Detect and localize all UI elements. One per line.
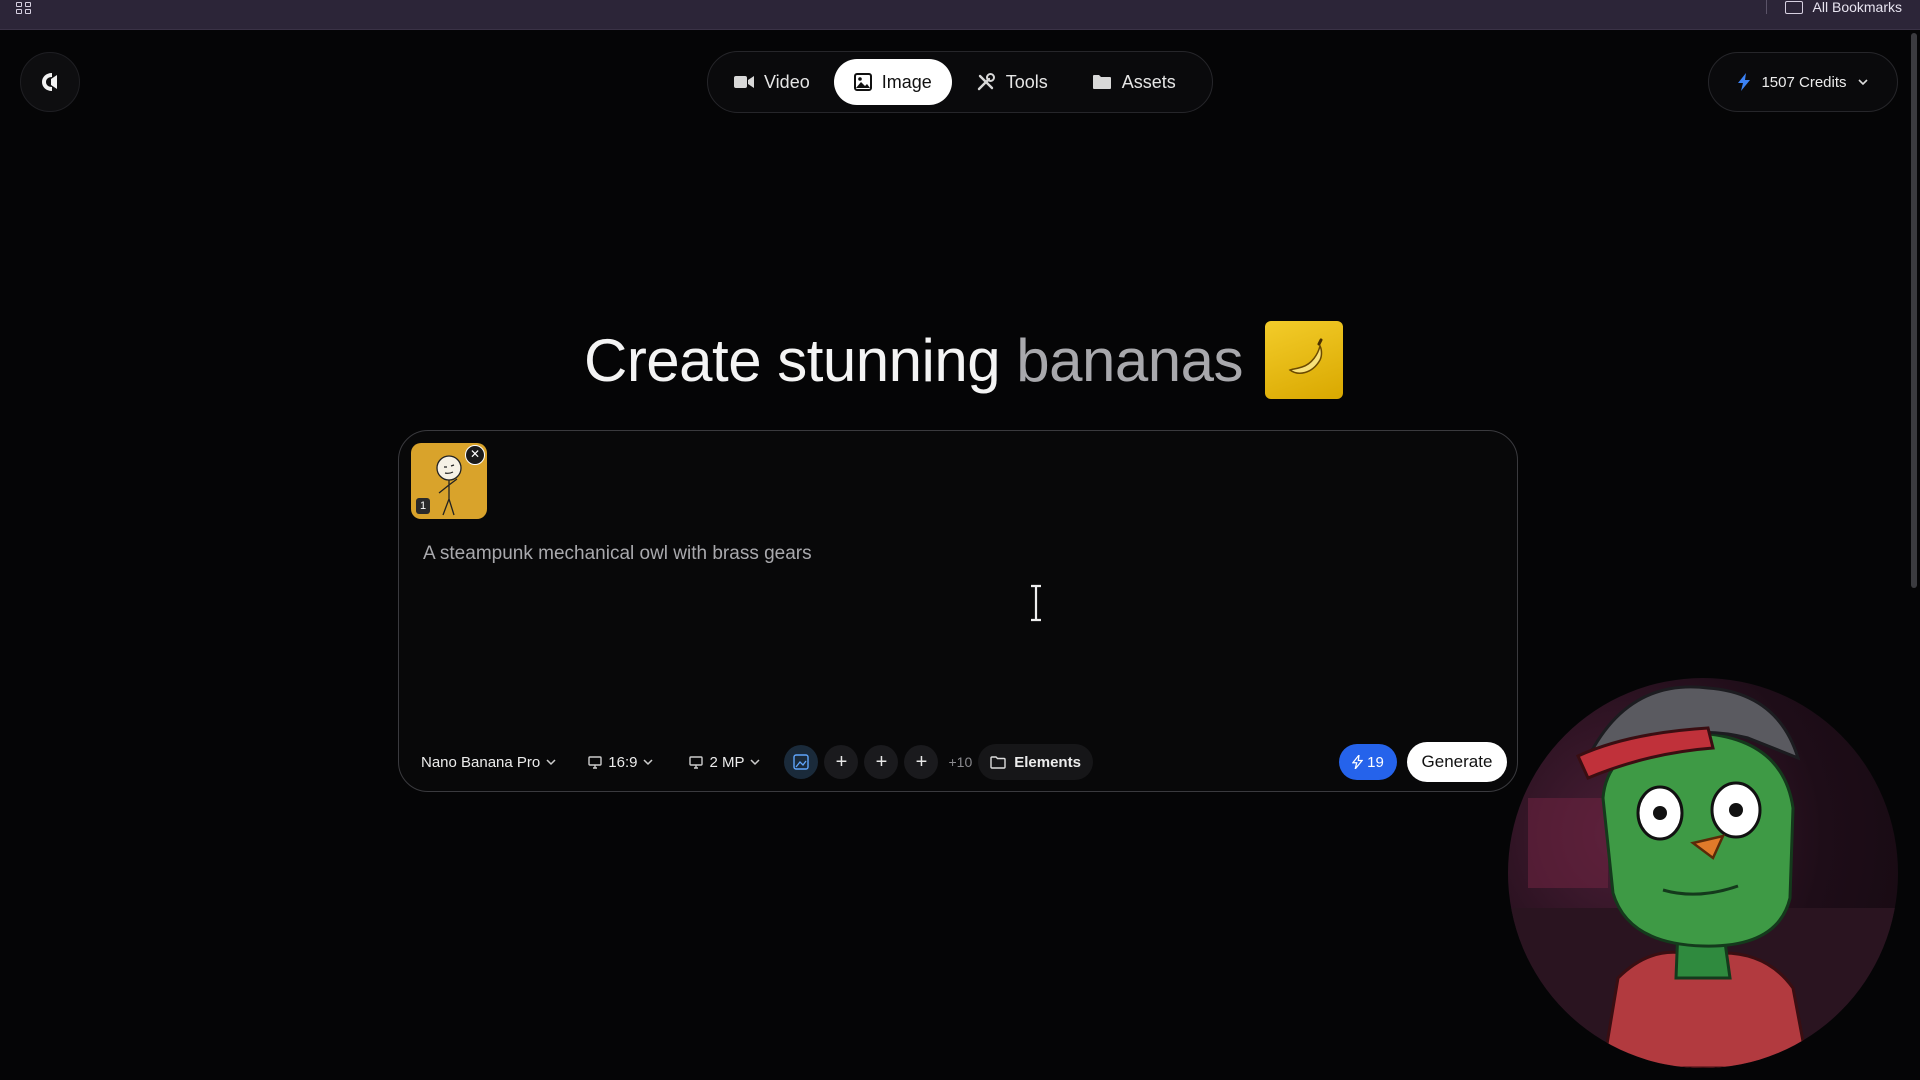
hero-heading: Create stunning bananas bbox=[584, 320, 1343, 400]
chevron-down-icon bbox=[546, 758, 556, 765]
image-icon bbox=[853, 73, 872, 91]
plus-icon: + bbox=[835, 750, 848, 773]
plus-icon: + bbox=[875, 750, 888, 773]
credits-label: 1507 Credits bbox=[1761, 73, 1847, 91]
tab-assets[interactable]: Assets bbox=[1072, 59, 1196, 105]
bookmarks-bar: All Bookmarks bbox=[0, 0, 1920, 30]
all-bookmarks-label: All Bookmarks bbox=[1812, 0, 1902, 15]
logo-icon bbox=[42, 73, 57, 91]
chevron-down-icon bbox=[750, 758, 761, 765]
add-reference-button-2[interactable]: + bbox=[864, 745, 899, 779]
remove-thumbnail-close-icon[interactable]: ✕ bbox=[465, 445, 485, 465]
elements-label: Elements bbox=[1014, 753, 1081, 771]
add-reference-button-1[interactable]: + bbox=[824, 745, 859, 779]
tab-image[interactable]: Image bbox=[833, 59, 952, 105]
tab-tools[interactable]: Tools bbox=[956, 59, 1068, 105]
model-selector[interactable]: Nano Banana Pro bbox=[411, 744, 566, 780]
prompt-input[interactable] bbox=[423, 539, 1483, 569]
text-cursor-icon bbox=[1031, 584, 1041, 622]
tab-video-label: Video bbox=[764, 71, 810, 92]
cost-value: 19 bbox=[1367, 753, 1384, 771]
tab-video[interactable]: Video bbox=[714, 59, 830, 105]
prompt-panel: 1 ✕ Nano Banana Pro 16:9 2 MP + + + +10 … bbox=[398, 430, 1518, 792]
image-reference-button[interactable] bbox=[784, 745, 819, 779]
scrollbar-thumb[interactable] bbox=[1911, 33, 1917, 588]
folder-outline-icon bbox=[990, 755, 1006, 769]
title-accent: bananas bbox=[1016, 326, 1243, 394]
add-reference-button-3[interactable]: + bbox=[904, 745, 939, 779]
chevron-down-icon bbox=[1857, 79, 1868, 86]
elements-button[interactable]: Elements bbox=[978, 744, 1093, 780]
bookmark-folder-icon bbox=[1784, 0, 1803, 14]
webcam-avatar-image bbox=[1508, 685, 1898, 1068]
image-reference-icon bbox=[793, 754, 810, 770]
all-bookmarks[interactable]: All Bookmarks bbox=[1765, 0, 1902, 15]
tab-assets-label: Assets bbox=[1121, 71, 1176, 92]
apps-grid-icon[interactable] bbox=[16, 2, 34, 16]
resolution-selector[interactable]: 2 MP bbox=[679, 744, 770, 780]
mode-tabs: Video Image Tools Assets bbox=[707, 51, 1213, 113]
title-main: Create stunning bbox=[584, 326, 1001, 394]
tab-image-label: Image bbox=[881, 71, 932, 92]
lightning-icon bbox=[1738, 73, 1751, 91]
banana-icon bbox=[1265, 321, 1343, 399]
chevron-down-icon bbox=[643, 758, 653, 765]
plus-icon: + bbox=[915, 750, 928, 773]
thumbnail-index: 1 bbox=[416, 498, 430, 514]
aspect-ratio-selector[interactable]: 16:9 bbox=[578, 744, 663, 780]
app-logo-button[interactable] bbox=[20, 52, 80, 112]
generate-button[interactable]: Generate bbox=[1407, 742, 1507, 782]
monitor-icon bbox=[689, 755, 704, 769]
credits-dropdown[interactable]: 1507 Credits bbox=[1708, 52, 1898, 112]
video-camera-icon bbox=[734, 76, 754, 88]
prompt-toolbar: Nano Banana Pro 16:9 2 MP + + + +10 Elem… bbox=[411, 743, 1093, 781]
monitor-icon bbox=[588, 755, 602, 769]
webcam-overlay bbox=[1508, 678, 1898, 1068]
folder-icon bbox=[1092, 75, 1111, 89]
bookmarks-separator bbox=[1765, 0, 1767, 14]
more-references-count[interactable]: +10 bbox=[948, 754, 972, 770]
model-label: Nano Banana Pro bbox=[421, 753, 541, 771]
resolution-label: 2 MP bbox=[709, 753, 745, 771]
lightning-icon bbox=[1352, 755, 1364, 769]
tools-icon bbox=[977, 73, 995, 91]
tab-tools-label: Tools bbox=[1005, 71, 1048, 92]
page-title: Create stunning bananas bbox=[584, 326, 1243, 395]
aspect-ratio-label: 16:9 bbox=[608, 753, 638, 771]
generation-cost-badge: 19 bbox=[1339, 744, 1397, 780]
